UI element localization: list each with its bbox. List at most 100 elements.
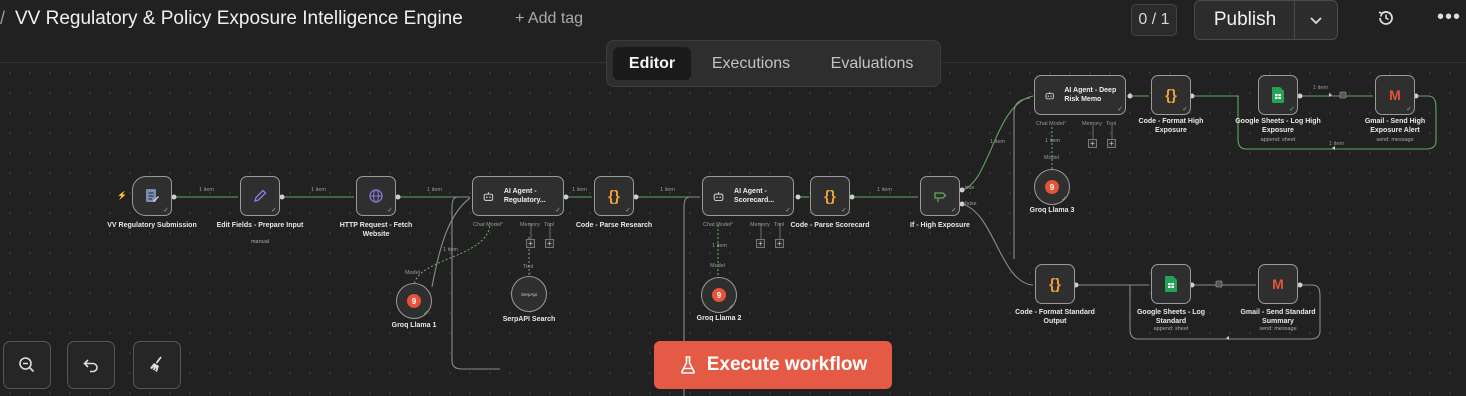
node-label: Code - Format Standard Output xyxy=(1015,309,1095,325)
node-code-parse-scorecard[interactable]: {} ✓ xyxy=(810,176,850,216)
node-label: Code - Parse Research xyxy=(575,222,653,229)
node-trigger[interactable]: ✓ xyxy=(132,176,172,216)
port-label: Chat Model xyxy=(703,222,732,228)
output-port xyxy=(849,194,855,200)
node-edit-fields[interactable]: ✓ xyxy=(240,176,280,216)
tidy-up-button[interactable] xyxy=(133,341,181,389)
groq-icon: 9 xyxy=(712,288,726,302)
add-tool-button[interactable]: + xyxy=(1107,139,1116,148)
google-sheets-icon xyxy=(1272,87,1284,103)
node-gmail-standard[interactable]: M xyxy=(1258,264,1298,304)
view-tabs: Editor Executions Evaluations xyxy=(606,40,941,87)
node-label: SerpAPI Search xyxy=(502,316,556,323)
workflow-title[interactable]: VV Regulatory & Policy Exposure Intellig… xyxy=(15,8,463,30)
node-groq-llama-3[interactable]: 9 ✓ xyxy=(1034,169,1070,205)
publish-button[interactable]: Publish xyxy=(1194,0,1296,40)
node-google-sheets-standard[interactable] xyxy=(1151,264,1191,304)
port-memory: Memory xyxy=(520,222,540,228)
node-code-format-standard[interactable]: {} xyxy=(1035,264,1075,304)
if-false-label: false xyxy=(965,201,977,207)
success-check-icon: ✓ xyxy=(423,310,429,317)
node-label: Groq Llama 2 xyxy=(696,315,742,322)
node-ai-agent-regulatory[interactable]: AI Agent - Regulatory... ✓ xyxy=(472,176,564,216)
port-model-label: Model xyxy=(710,263,725,269)
node-groq-llama-1[interactable]: 9 ✓ xyxy=(396,283,432,319)
port-tool-label: Tool xyxy=(523,264,534,270)
gmail-icon: M xyxy=(1389,87,1401,103)
publish-options-button[interactable] xyxy=(1294,0,1338,40)
add-memory-button[interactable]: + xyxy=(1088,139,1097,148)
active-counter[interactable]: 0 / 1 xyxy=(1131,4,1177,36)
node-label: Gmail - Send High Exposure Alert xyxy=(1364,118,1426,134)
node-groq-llama-2[interactable]: 9 ✓ xyxy=(701,277,737,313)
history-icon[interactable] xyxy=(1376,8,1396,28)
node-http-request[interactable]: ✓ xyxy=(356,176,396,216)
node-label: Code - Format High Exposure xyxy=(1138,118,1204,134)
success-check-icon: ✓ xyxy=(163,207,169,214)
edge-label: 1 item xyxy=(660,187,675,193)
undo-button[interactable] xyxy=(67,341,115,389)
output-port xyxy=(959,187,965,193)
add-tool-button[interactable]: + xyxy=(775,239,784,248)
node-label: Groq Llama 1 xyxy=(391,322,437,329)
sidebar-collapse-icon[interactable]: / xyxy=(0,8,5,29)
add-memory-button[interactable]: + xyxy=(756,239,765,248)
node-label: Groq Llama 3 xyxy=(1029,207,1075,214)
code-braces-icon: {} xyxy=(1049,275,1061,293)
node-serpapi-search[interactable]: SerpApi xyxy=(511,276,547,312)
node-google-sheets-high[interactable]: ✓ xyxy=(1258,75,1298,115)
port-tool: Tool xyxy=(1106,121,1117,127)
port-label: Chat Model xyxy=(473,222,502,228)
add-tag-button[interactable]: + Add tag xyxy=(515,10,583,28)
success-check-icon: ✓ xyxy=(1182,106,1188,113)
node-code-format-high[interactable]: {} ✓ xyxy=(1151,75,1191,115)
output-port xyxy=(959,201,965,207)
pencil-icon xyxy=(254,189,267,202)
edge-if-false-standard xyxy=(961,203,1034,286)
port-model-label: Model xyxy=(405,270,420,276)
port-memory: Memory xyxy=(750,222,770,228)
add-tool-button[interactable]: + xyxy=(545,239,554,248)
node-sublabel: manual xyxy=(250,239,270,245)
edge-label: 1 item xyxy=(199,187,214,193)
edge-connector-handle xyxy=(1339,91,1347,99)
output-port xyxy=(395,194,401,200)
node-code-parse-research[interactable]: {} ✓ xyxy=(594,176,634,216)
edge-label: 1 item xyxy=(712,243,727,249)
required-mark: * xyxy=(1064,121,1067,127)
success-check-icon: ✓ xyxy=(951,207,957,214)
globe-icon xyxy=(369,189,383,203)
groq-icon: 9 xyxy=(407,294,421,308)
groq-icon: 9 xyxy=(1045,180,1059,194)
edge-label: 1 item xyxy=(443,247,458,253)
flask-icon xyxy=(680,356,695,374)
port-memory: Memory xyxy=(1082,121,1102,127)
add-memory-button[interactable]: + xyxy=(526,239,535,248)
execute-workflow-button[interactable]: Execute workflow xyxy=(654,341,892,389)
node-label: HTTP Request - Fetch Website xyxy=(339,222,413,238)
success-check-icon: ✓ xyxy=(785,207,791,214)
undo-icon xyxy=(83,359,98,373)
tab-evaluations[interactable]: Evaluations xyxy=(813,47,931,80)
output-port xyxy=(1297,282,1303,288)
port-chat-model: Chat Model* xyxy=(1036,121,1066,127)
success-check-icon: ✓ xyxy=(555,207,561,214)
port-tool: Tool xyxy=(544,222,555,228)
form-icon xyxy=(146,189,159,202)
code-braces-icon: {} xyxy=(824,187,836,205)
success-check-icon: ✓ xyxy=(1061,196,1067,203)
node-label: Google Sheets - Log High Exposure xyxy=(1235,118,1321,134)
zoom-out-button[interactable] xyxy=(3,341,51,389)
node-label: Code - Parse Scorecard xyxy=(790,222,870,229)
success-check-icon: ✓ xyxy=(1289,106,1295,113)
tab-editor[interactable]: Editor xyxy=(613,47,691,80)
port-model-label: Model xyxy=(1044,155,1059,161)
edge-label: 1 item xyxy=(1045,138,1060,144)
node-ai-agent-scorecard[interactable]: AI Agent - Scorecard... ✓ xyxy=(702,176,794,216)
node-label: AI Agent - Scorecard... xyxy=(734,188,775,204)
tab-executions[interactable]: Executions xyxy=(695,47,807,80)
more-options-icon[interactable]: ••• xyxy=(1437,6,1461,29)
node-gmail-high[interactable]: M ✓ xyxy=(1375,75,1415,115)
node-if-high-exposure[interactable]: ✓ xyxy=(920,176,960,216)
node-ai-agent-deep-risk[interactable]: AI Agent - Deep Risk Memo ✓ xyxy=(1034,75,1126,115)
